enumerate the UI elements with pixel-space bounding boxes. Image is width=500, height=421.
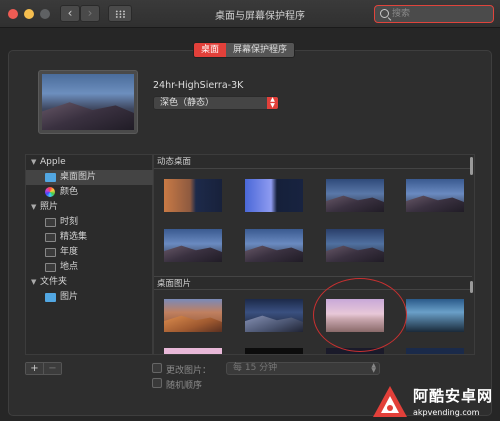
- source-list: ▼ Apple 桌面图片 颜色 ▼ 照片 时刻 精选集 年度 地点 ▼ 文件夹 …: [25, 154, 153, 355]
- tab-bar: 桌面 屏幕保护程序: [193, 42, 296, 58]
- group-apple[interactable]: ▼ Apple: [26, 155, 153, 170]
- scrollbar-thumb[interactable]: [470, 157, 473, 175]
- grid-icon: [115, 10, 126, 18]
- wallpaper-thumbnail[interactable]: [164, 348, 222, 354]
- back-button[interactable]: ‹: [60, 5, 80, 22]
- wallpaper-thumbnail[interactable]: [164, 299, 222, 332]
- section-header-dynamic: 动态桌面: [154, 155, 472, 169]
- disclosure-triangle-icon[interactable]: ▼: [31, 275, 36, 290]
- wallpaper-thumbnail[interactable]: [164, 179, 222, 212]
- wallpaper-thumbnail[interactable]: [245, 179, 303, 212]
- minimize-window-button[interactable]: [24, 9, 34, 19]
- folder-icon: [45, 263, 56, 272]
- appearance-mode-select[interactable]: 深色（静态） ▲ ▼: [153, 96, 279, 110]
- add-remove-control: + −: [25, 362, 62, 375]
- sidebar-item-label: 时刻: [60, 217, 79, 227]
- watermark-logo-icon: [373, 386, 407, 417]
- wallpaper-thumbnail[interactable]: [326, 179, 384, 212]
- sidebar-item-places[interactable]: 地点: [26, 260, 153, 275]
- window-title: 桌面与屏幕保护程序: [215, 11, 305, 22]
- chevron-right-icon: ›: [87, 6, 93, 20]
- tab-screensaver[interactable]: 屏幕保护程序: [226, 43, 295, 57]
- group-label: 照片: [40, 202, 59, 212]
- sidebar-item-years[interactable]: 年度: [26, 245, 153, 260]
- wallpaper-name: 24hr-HighSierra-3K: [153, 80, 244, 91]
- sidebar-item-desktop-pictures[interactable]: 桌面图片: [26, 170, 153, 185]
- interval-select[interactable]: 每 15 分钟 ▲ ▼: [226, 362, 380, 375]
- wallpaper-thumbnail[interactable]: [326, 348, 384, 354]
- chevron-left-icon: ‹: [67, 6, 73, 20]
- interval-value: 每 15 分钟: [233, 363, 278, 373]
- folder-icon: [45, 218, 56, 227]
- wallpaper-thumbnail[interactable]: [326, 299, 384, 332]
- watermark-url: akpvending.com: [413, 408, 480, 417]
- sidebar-item-label: 桌面图片: [60, 172, 97, 182]
- disclosure-triangle-icon[interactable]: ▼: [31, 155, 36, 170]
- forward-button[interactable]: ›: [80, 5, 100, 22]
- random-order-checkbox[interactable]: [152, 378, 162, 388]
- add-button[interactable]: +: [26, 363, 43, 374]
- random-order-label: 随机顺序: [166, 381, 203, 391]
- folder-icon: [45, 248, 56, 257]
- group-label: 文件夹: [40, 277, 68, 287]
- change-picture-checkbox[interactable]: [152, 363, 162, 373]
- change-picture-label: 更改图片：: [166, 366, 212, 376]
- updown-arrows-icon: ▲ ▼: [371, 362, 376, 374]
- sidebar-item-label: 精选集: [60, 232, 88, 242]
- group-label: Apple: [40, 157, 66, 167]
- color-wheel-icon: [45, 187, 55, 197]
- group-folders[interactable]: ▼ 文件夹: [26, 275, 153, 290]
- sidebar-item-moments[interactable]: 时刻: [26, 215, 153, 230]
- sidebar-item-label: 颜色: [60, 187, 79, 197]
- search-field[interactable]: [374, 5, 494, 23]
- disclosure-triangle-icon[interactable]: ▼: [31, 200, 36, 215]
- sidebar-item-collections[interactable]: 精选集: [26, 230, 153, 245]
- close-window-button[interactable]: [8, 9, 18, 19]
- remove-button[interactable]: −: [43, 363, 61, 374]
- sidebar-item-pictures[interactable]: 图片: [26, 290, 153, 305]
- sidebar-item-label: 地点: [60, 262, 79, 272]
- current-wallpaper-preview: [38, 70, 138, 134]
- wallpaper-thumbnail[interactable]: [245, 348, 303, 354]
- sidebar-item-label: 图片: [60, 292, 79, 302]
- tab-desktop[interactable]: 桌面: [194, 43, 227, 57]
- scrollbar-thumb[interactable]: [470, 281, 473, 293]
- search-icon: [380, 9, 389, 18]
- folder-icon: [45, 293, 56, 302]
- sidebar-item-colors[interactable]: 颜色: [26, 185, 153, 200]
- wallpaper-thumbnail[interactable]: [245, 229, 303, 262]
- group-photos[interactable]: ▼ 照片: [26, 200, 153, 215]
- wallpaper-thumbnail[interactable]: [406, 179, 464, 212]
- section-header-pictures: 桌面图片: [154, 276, 472, 290]
- folder-icon: [45, 173, 56, 182]
- wallpaper-thumbnail[interactable]: [406, 299, 464, 332]
- sidebar-item-label: 年度: [60, 247, 79, 257]
- wallpaper-thumbnail: [42, 74, 134, 130]
- zoom-window-button[interactable]: [40, 9, 50, 19]
- wallpaper-thumbnail[interactable]: [326, 229, 384, 262]
- watermark-title: 阿酷安卓网: [413, 387, 494, 405]
- wallpaper-browser: 动态桌面 桌面图片: [153, 154, 475, 355]
- wallpaper-thumbnail[interactable]: [164, 229, 222, 262]
- show-all-button[interactable]: [108, 5, 132, 22]
- folder-icon: [45, 233, 56, 242]
- updown-arrows-icon: ▲ ▼: [267, 97, 278, 109]
- wallpaper-thumbnail[interactable]: [406, 348, 464, 354]
- title-bar: ‹ › 桌面与屏幕保护程序: [0, 0, 500, 28]
- wallpaper-thumbnail[interactable]: [245, 299, 303, 332]
- watermark: 阿酷安卓网 akpvending.com: [371, 384, 500, 421]
- search-input[interactable]: [392, 7, 490, 21]
- appearance-mode-value: 深色（静态）: [160, 98, 215, 108]
